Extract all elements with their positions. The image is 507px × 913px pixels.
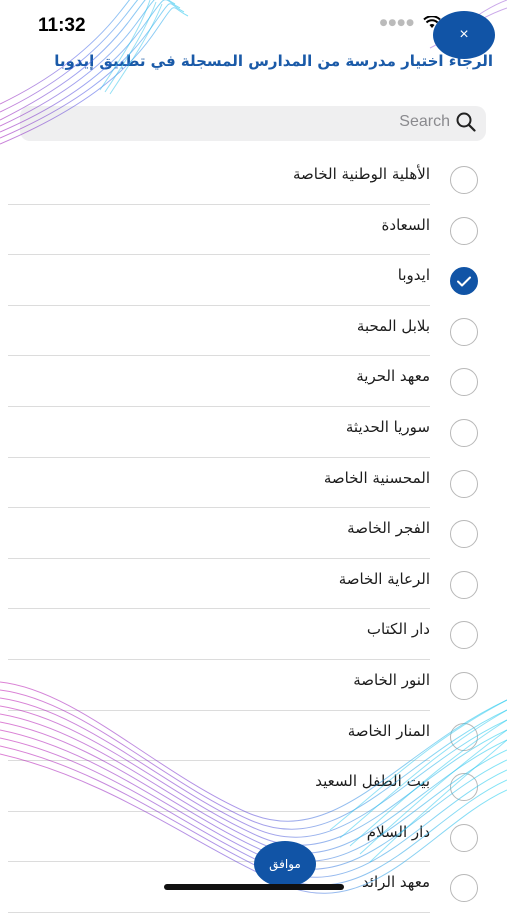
school-name: دار السلام <box>366 822 430 841</box>
radio-unselected[interactable] <box>450 671 478 700</box>
radio-unselected[interactable] <box>450 773 478 802</box>
status-bar: 11:32 ●●●● <box>0 0 507 50</box>
radio-unselected[interactable] <box>450 469 478 498</box>
school-list-item[interactable]: الفجر الخاصة <box>0 508 507 559</box>
search-icon <box>456 112 476 132</box>
school-name: معهد الحرية <box>356 367 430 386</box>
school-name: الفجر الخاصة <box>347 519 430 538</box>
check-icon <box>457 276 471 287</box>
school-name: المحسنية الخاصة <box>323 468 430 487</box>
school-name: بلابل المحبة <box>356 316 430 335</box>
search-placeholder: Search <box>399 113 450 130</box>
school-list-item[interactable]: دار السلام <box>0 812 507 863</box>
school-list-item[interactable]: بلابل المحبة <box>0 306 507 357</box>
radio-unselected[interactable] <box>450 166 478 194</box>
school-name: النور الخاصة <box>353 670 430 689</box>
radio-unselected[interactable] <box>450 722 478 751</box>
radio-unselected[interactable] <box>450 570 478 599</box>
school-name: ايدوبا <box>397 266 430 285</box>
school-name: معهد الرائد <box>361 873 430 892</box>
school-name: دار الكتاب <box>366 620 430 639</box>
school-list: الأهلية الوطنية الخاصة السعادة ايدوبا بلابل… <box>0 154 507 913</box>
school-list-item[interactable]: الرعاية الخاصة <box>0 559 507 610</box>
status-time: 11:32 <box>38 15 86 36</box>
school-list-item[interactable]: دار الكتاب <box>0 609 507 660</box>
school-list-item[interactable]: معهد الحرية <box>0 356 507 407</box>
close-icon: × <box>459 26 469 43</box>
school-list-item[interactable]: النور الخاصة <box>0 660 507 711</box>
radio-unselected[interactable] <box>450 317 478 346</box>
radio-selected[interactable] <box>450 267 478 296</box>
page-title: الرجاء اختيار مدرسة من المدارس المسجلة ف… <box>54 52 493 70</box>
radio-unselected[interactable] <box>450 520 478 549</box>
radio-unselected[interactable] <box>450 823 478 852</box>
radio-unselected[interactable] <box>450 216 478 245</box>
school-list-item[interactable]: السعادة <box>0 205 507 256</box>
school-list-item[interactable]: بيت الطفل السعيد <box>0 761 507 812</box>
school-name: الرعاية الخاصة <box>338 569 430 588</box>
ok-button-label: موافق <box>269 857 301 871</box>
school-name: بيت الطفل السعيد <box>315 772 430 791</box>
school-list-item[interactable]: الأهلية الوطنية الخاصة <box>0 154 507 205</box>
school-list-item[interactable]: المنار الخاصة <box>0 711 507 762</box>
radio-unselected[interactable] <box>450 368 478 397</box>
signal-icon: ●●●● <box>379 17 415 28</box>
radio-unselected[interactable] <box>450 874 478 903</box>
school-list-item[interactable]: المحسنية الخاصة <box>0 458 507 509</box>
school-name: السعادة <box>381 215 430 234</box>
home-indicator <box>164 884 344 890</box>
school-list-item[interactable]: سوريا الحديثة <box>0 407 507 458</box>
school-list-item[interactable]: ايدوبا <box>0 255 507 306</box>
school-name: المنار الخاصة <box>347 721 430 740</box>
school-name: الأهلية الوطنية الخاصة <box>293 165 430 183</box>
radio-unselected[interactable] <box>450 621 478 650</box>
ok-button[interactable]: موافق <box>254 841 316 887</box>
search-input[interactable]: Search <box>20 106 486 141</box>
radio-unselected[interactable] <box>450 418 478 447</box>
close-button[interactable]: × <box>433 11 495 59</box>
school-name: سوريا الحديثة <box>345 417 430 436</box>
